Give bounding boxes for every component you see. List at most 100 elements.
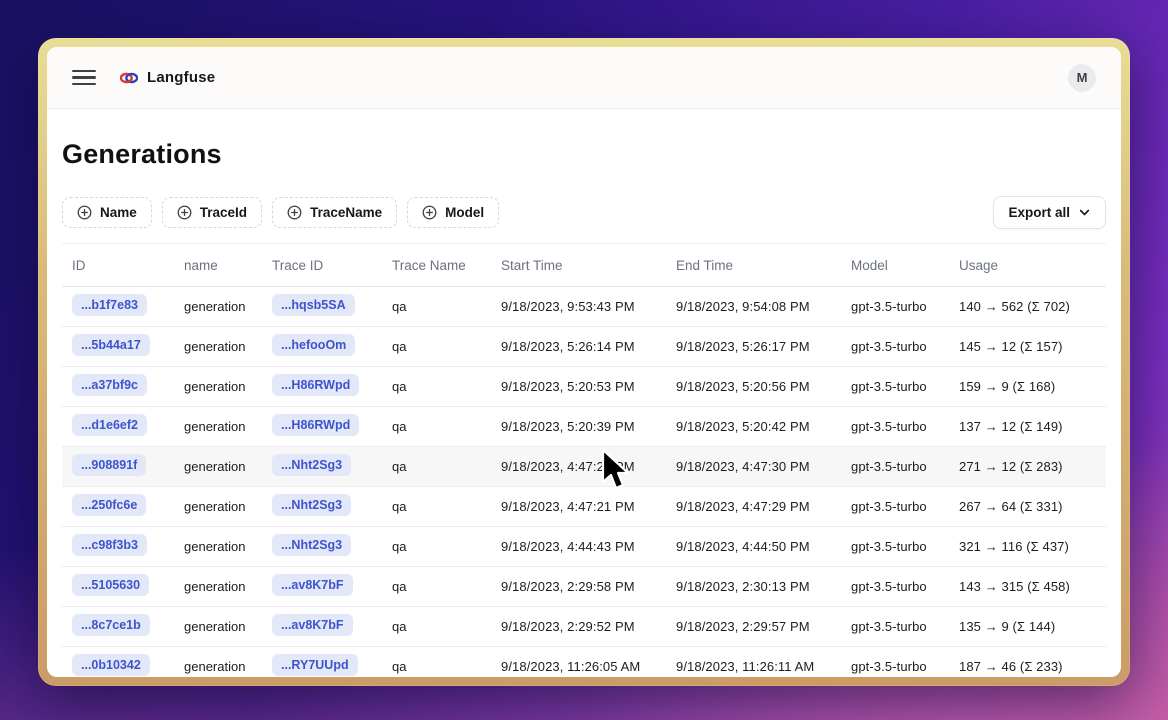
- table-row[interactable]: ...c98f3b3 generation ...Nht2Sg3 qa 9/18…: [62, 527, 1106, 567]
- filter-toolbar: Name TraceId TraceName Model: [62, 196, 1106, 229]
- table-row[interactable]: ...5105630 generation ...av8K7bF qa 9/18…: [62, 567, 1106, 607]
- table-row[interactable]: ...d1e6ef2 generation ...H86RWpd qa 9/18…: [62, 407, 1106, 447]
- end-time: 9/18/2023, 5:26:17 PM: [676, 339, 851, 354]
- end-time: 9/18/2023, 5:20:56 PM: [676, 379, 851, 394]
- app-window-frame: Langfuse M Generations Name TraceId: [38, 38, 1130, 686]
- table-row[interactable]: ...8c7ce1b generation ...av8K7bF qa 9/18…: [62, 607, 1106, 647]
- model: gpt-3.5-turbo: [851, 459, 959, 474]
- table-row[interactable]: ...908891f generation ...Nht2Sg3 qa 9/18…: [62, 447, 1106, 487]
- column-header-trace-id: Trace ID: [272, 258, 392, 273]
- usage: 159 → 9 (Σ 168): [959, 379, 1106, 394]
- start-time: 9/18/2023, 9:53:43 PM: [501, 299, 676, 314]
- desktop-background: Langfuse M Generations Name TraceId: [0, 0, 1168, 720]
- trace-name: qa: [392, 579, 501, 594]
- filter-button-label: TraceName: [310, 205, 382, 220]
- usage: 187 → 46 (Σ 233): [959, 659, 1106, 674]
- usage: 140 → 562 (Σ 702): [959, 299, 1106, 314]
- end-time: 9/18/2023, 11:26:11 AM: [676, 659, 851, 674]
- generation-name: generation: [184, 339, 272, 354]
- usage: 135 → 9 (Σ 144): [959, 619, 1106, 634]
- start-time: 9/18/2023, 4:47:22 PM: [501, 459, 676, 474]
- generation-id-link[interactable]: ...0b10342: [72, 654, 150, 676]
- generation-id-link[interactable]: ...d1e6ef2: [72, 414, 147, 436]
- end-time: 9/18/2023, 4:47:29 PM: [676, 499, 851, 514]
- start-time: 9/18/2023, 5:20:39 PM: [501, 419, 676, 434]
- user-avatar[interactable]: M: [1068, 64, 1096, 92]
- filter-button-name[interactable]: Name: [62, 197, 152, 228]
- generation-id-link[interactable]: ...5b44a17: [72, 334, 150, 356]
- filter-button-traceid[interactable]: TraceId: [162, 197, 262, 228]
- generation-name: generation: [184, 459, 272, 474]
- column-header-id: ID: [72, 258, 184, 273]
- plus-circle-icon: [77, 205, 92, 220]
- trace-id-link[interactable]: ...Nht2Sg3: [272, 454, 351, 476]
- generations-table: ID name Trace ID Trace Name Start Time E…: [62, 243, 1106, 677]
- start-time: 9/18/2023, 4:47:21 PM: [501, 499, 676, 514]
- start-time: 9/18/2023, 5:26:14 PM: [501, 339, 676, 354]
- table-body: ...b1f7e83 generation ...hqsb5SA qa 9/18…: [62, 287, 1106, 677]
- generation-name: generation: [184, 419, 272, 434]
- end-time: 9/18/2023, 9:54:08 PM: [676, 299, 851, 314]
- langfuse-logo-icon: [120, 71, 138, 85]
- filter-button-label: TraceId: [200, 205, 247, 220]
- app-window: Langfuse M Generations Name TraceId: [47, 47, 1121, 677]
- start-time: 9/18/2023, 4:44:43 PM: [501, 539, 676, 554]
- plus-circle-icon: [422, 205, 437, 220]
- model: gpt-3.5-turbo: [851, 419, 959, 434]
- usage: 267 → 64 (Σ 331): [959, 499, 1106, 514]
- filter-button-model[interactable]: Model: [407, 197, 499, 228]
- trace-id-link[interactable]: ...av8K7bF: [272, 574, 353, 596]
- generation-id-link[interactable]: ...a37bf9c: [72, 374, 147, 396]
- page-title: Generations: [62, 139, 1106, 170]
- trace-id-link[interactable]: ...hefooOm: [272, 334, 355, 356]
- brand[interactable]: Langfuse: [120, 69, 215, 86]
- end-time: 9/18/2023, 4:44:50 PM: [676, 539, 851, 554]
- model: gpt-3.5-turbo: [851, 499, 959, 514]
- filter-button-label: Model: [445, 205, 484, 220]
- export-all-button[interactable]: Export all: [993, 196, 1106, 229]
- trace-id-link[interactable]: ...H86RWpd: [272, 374, 359, 396]
- model: gpt-3.5-turbo: [851, 659, 959, 674]
- menu-icon[interactable]: [72, 70, 96, 86]
- filter-button-tracename[interactable]: TraceName: [272, 197, 397, 228]
- trace-name: qa: [392, 539, 501, 554]
- trace-name: qa: [392, 299, 501, 314]
- table-row[interactable]: ...a37bf9c generation ...H86RWpd qa 9/18…: [62, 367, 1106, 407]
- table-row[interactable]: ...0b10342 generation ...RY7UUpd qa 9/18…: [62, 647, 1106, 677]
- column-header-model: Model: [851, 258, 959, 273]
- usage: 137 → 12 (Σ 149): [959, 419, 1106, 434]
- trace-id-link[interactable]: ...av8K7bF: [272, 614, 353, 636]
- trace-id-link[interactable]: ...RY7UUpd: [272, 654, 358, 676]
- model: gpt-3.5-turbo: [851, 619, 959, 634]
- table-row[interactable]: ...250fc6e generation ...Nht2Sg3 qa 9/18…: [62, 487, 1106, 527]
- generation-name: generation: [184, 579, 272, 594]
- plus-circle-icon: [287, 205, 302, 220]
- trace-id-link[interactable]: ...Nht2Sg3: [272, 494, 351, 516]
- table-row[interactable]: ...b1f7e83 generation ...hqsb5SA qa 9/18…: [62, 287, 1106, 327]
- end-time: 9/18/2023, 2:30:13 PM: [676, 579, 851, 594]
- usage: 143 → 315 (Σ 458): [959, 579, 1106, 594]
- generation-id-link[interactable]: ...8c7ce1b: [72, 614, 150, 636]
- generation-id-link[interactable]: ...b1f7e83: [72, 294, 147, 316]
- trace-id-link[interactable]: ...hqsb5SA: [272, 294, 355, 316]
- generation-id-link[interactable]: ...c98f3b3: [72, 534, 147, 556]
- chevron-down-icon: [1078, 206, 1091, 219]
- model: gpt-3.5-turbo: [851, 579, 959, 594]
- main-content: Generations Name TraceId TraceName: [47, 139, 1121, 677]
- start-time: 9/18/2023, 2:29:58 PM: [501, 579, 676, 594]
- trace-id-link[interactable]: ...H86RWpd: [272, 414, 359, 436]
- column-header-trace-name: Trace Name: [392, 258, 501, 273]
- trace-id-link[interactable]: ...Nht2Sg3: [272, 534, 351, 556]
- generation-name: generation: [184, 539, 272, 554]
- plus-circle-icon: [177, 205, 192, 220]
- generation-id-link[interactable]: ...908891f: [72, 454, 146, 476]
- table-row[interactable]: ...5b44a17 generation ...hefooOm qa 9/18…: [62, 327, 1106, 367]
- column-header-start-time: Start Time: [501, 258, 676, 273]
- trace-name: qa: [392, 659, 501, 674]
- column-header-name: name: [184, 258, 272, 273]
- end-time: 9/18/2023, 4:47:30 PM: [676, 459, 851, 474]
- generation-id-link[interactable]: ...5105630: [72, 574, 149, 596]
- generation-id-link[interactable]: ...250fc6e: [72, 494, 146, 516]
- table-header: ID name Trace ID Trace Name Start Time E…: [62, 244, 1106, 287]
- usage: 145 → 12 (Σ 157): [959, 339, 1106, 354]
